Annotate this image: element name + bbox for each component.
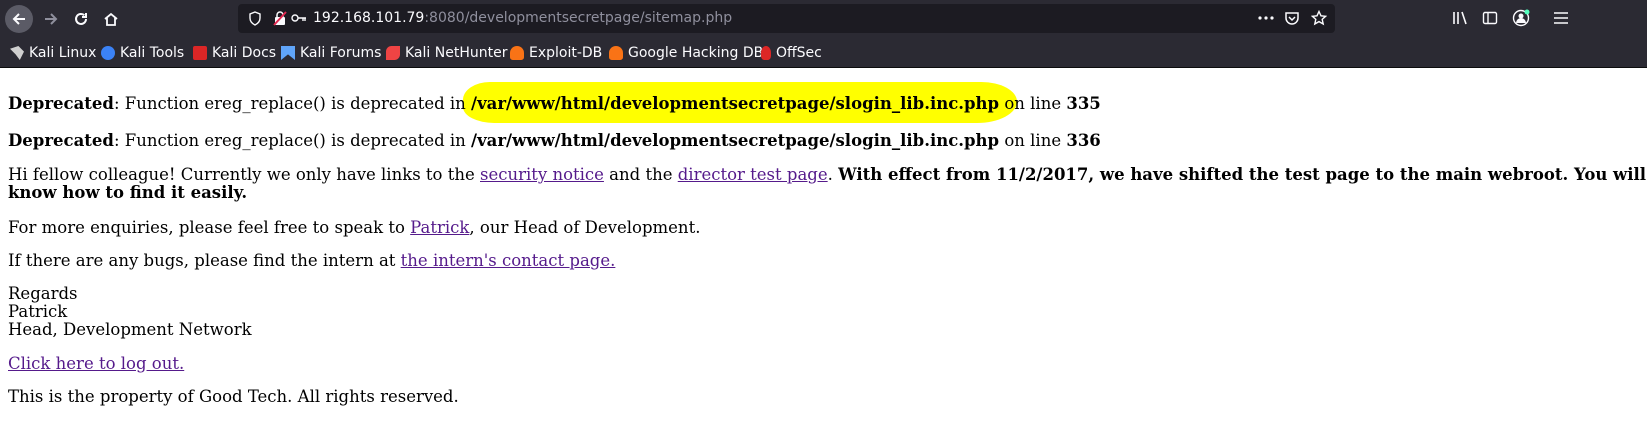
- bugs-paragraph: If there are any bugs, please find the i…: [8, 252, 615, 270]
- deprecation-warning-335: Deprecated: Function ereg_replace() is d…: [8, 95, 1101, 113]
- highlighted-file-path: /var/www/html/developmentsecretpage/slog…: [471, 94, 1000, 113]
- back-button[interactable]: [5, 5, 33, 33]
- deprecated-label: Deprecated: [8, 94, 114, 113]
- signature-title: Head, Development Network: [8, 320, 252, 339]
- director-test-page-link[interactable]: director test page: [678, 165, 828, 184]
- kali-docs-icon: [193, 46, 207, 60]
- bookmark-label: Kali Forums: [300, 45, 382, 61]
- bookmark-label: Kali Tools: [120, 45, 185, 61]
- deprecation-text: : Function ereg_replace() is deprecated …: [113, 94, 472, 113]
- home-icon: [104, 12, 118, 26]
- patrick-link[interactable]: Patrick: [410, 218, 469, 237]
- kali-tools-icon: [101, 46, 115, 60]
- browser-toolbar: 192.168.101.79:8080/developmentsecretpag…: [0, 0, 1647, 37]
- logout-link[interactable]: Click here to log out.: [8, 354, 184, 373]
- intro-text-3: .: [827, 165, 839, 184]
- on-line-text: on line: [999, 94, 1067, 113]
- bookmark-label: Kali Linux: [29, 45, 97, 61]
- signature-name: Patrick: [8, 302, 68, 321]
- bookmarks-toolbar: Kali Linux Kali Tools Kali Docs Kali For…: [0, 37, 1647, 68]
- intro-paragraph: Hi fellow colleague! Currently we only h…: [8, 166, 1647, 202]
- bookmark-offsec[interactable]: OffSec: [761, 44, 822, 62]
- bookmark-kali-forums[interactable]: Kali Forums: [281, 44, 381, 62]
- shield-icon: [249, 11, 261, 26]
- bookmark-label: Exploit-DB: [529, 45, 603, 61]
- regards-line: Regards: [8, 284, 78, 303]
- ghdb-icon: [609, 46, 623, 60]
- deprecated-label: Deprecated: [8, 131, 114, 150]
- intro-text-1: Hi fellow colleague! Currently we only h…: [8, 165, 480, 184]
- on-line-text: on line: [999, 131, 1067, 150]
- intro-text-2: and the: [603, 165, 678, 184]
- key-icon: [291, 14, 306, 22]
- bookmark-label: OffSec: [776, 45, 822, 61]
- url-path: :8080/developmentsecretpage/sitemap.php: [424, 10, 733, 26]
- enquiries-paragraph: For more enquiries, please feel free to …: [8, 219, 700, 237]
- bookmark-exploit-db[interactable]: Exploit-DB: [510, 44, 602, 62]
- arrow-right-icon: [45, 13, 58, 25]
- footer-text: This is the property of Good Tech. All r…: [8, 387, 459, 406]
- offsec-icon: [761, 46, 771, 60]
- reload-button[interactable]: [67, 5, 95, 33]
- bookmark-star-icon[interactable]: [1311, 10, 1327, 26]
- forward-button[interactable]: [37, 5, 65, 33]
- url-text[interactable]: 192.168.101.79:8080/developmentsecretpag…: [313, 10, 732, 26]
- enquiries-text-2: , our Head of Development.: [469, 218, 701, 237]
- account-icon[interactable]: [1512, 9, 1530, 27]
- insecure-lock-icon: [273, 11, 287, 26]
- menu-icon[interactable]: [1553, 11, 1569, 25]
- bookmark-kali-docs[interactable]: Kali Docs: [193, 44, 276, 62]
- logout-paragraph: Click here to log out.: [8, 355, 184, 373]
- arrow-left-icon: [12, 13, 25, 25]
- reload-icon: [75, 12, 87, 25]
- exploit-db-icon: [510, 46, 524, 60]
- bookmark-kali-tools[interactable]: Kali Tools: [101, 44, 184, 62]
- home-button[interactable]: [97, 5, 125, 33]
- library-icon[interactable]: [1452, 10, 1468, 26]
- bookmark-label: Kali Docs: [212, 45, 277, 61]
- bookmark-kali-linux[interactable]: Kali Linux: [10, 44, 96, 62]
- bugs-text: If there are any bugs, please find the i…: [8, 251, 401, 270]
- deprecation-warning-336: Deprecated: Function ereg_replace() is d…: [8, 132, 1101, 150]
- nethunter-icon: [386, 46, 400, 60]
- bookmark-google-hacking-db[interactable]: Google Hacking DB: [609, 44, 763, 62]
- security-notice-link[interactable]: security notice: [480, 165, 604, 184]
- file-path: /var/www/html/developmentsecretpage/slog…: [471, 131, 1000, 150]
- bookmark-label: Google Hacking DB: [628, 45, 764, 61]
- sidebar-icon[interactable]: [1482, 10, 1498, 26]
- signature-block: Regards Patrick Head, Development Network: [8, 285, 252, 339]
- more-actions-icon[interactable]: [1258, 16, 1274, 20]
- kali-forums-icon: [281, 46, 295, 60]
- deprecation-text: : Function ereg_replace() is deprecated …: [113, 131, 472, 150]
- line-number: 335: [1066, 94, 1101, 113]
- address-bar[interactable]: 192.168.101.79:8080/developmentsecretpag…: [238, 4, 1335, 33]
- bookmark-label: Kali NetHunter: [405, 45, 508, 61]
- kali-dragon-icon: [10, 46, 24, 60]
- bookmark-kali-nethunter[interactable]: Kali NetHunter: [386, 44, 507, 62]
- intern-contact-link[interactable]: the intern's contact page.: [401, 251, 616, 270]
- enquiries-text-1: For more enquiries, please feel free to …: [8, 218, 411, 237]
- line-number: 336: [1066, 131, 1101, 150]
- pocket-icon[interactable]: [1284, 10, 1300, 26]
- url-host: 192.168.101.79: [313, 10, 425, 26]
